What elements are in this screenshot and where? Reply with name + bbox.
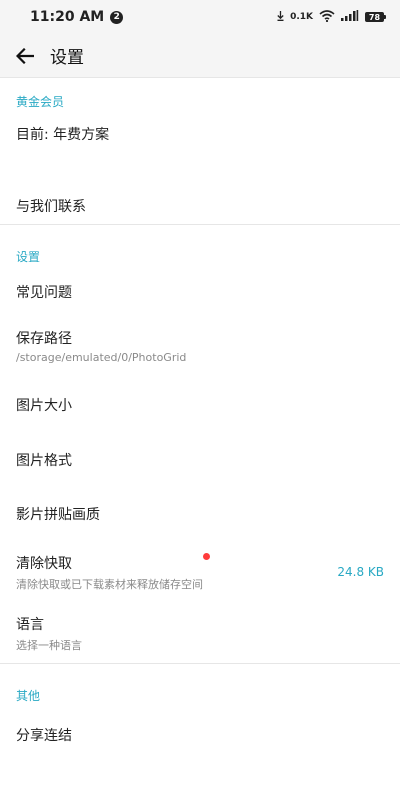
faq-label: 常见问题 [16, 285, 72, 301]
current-plan-label: 目前: 年费方案 [16, 127, 110, 143]
faq-row[interactable]: 常见问题 [0, 269, 400, 315]
back-arrow-icon [16, 47, 34, 64]
share-link-row[interactable]: 分享连结 [0, 718, 400, 752]
contact-us-row[interactable]: 与我们联系 [0, 158, 400, 224]
image-format-row[interactable]: 图片格式 [0, 433, 400, 487]
section-header-other: 其他 [16, 688, 41, 703]
video-quality-label: 影片拼贴画质 [16, 507, 100, 523]
section-header-settings: 设置 [16, 249, 41, 264]
net-speed: 0.1K [290, 12, 313, 22]
save-path-text: 保存路径 /storage/emulated/0/PhotoGrid [16, 328, 186, 364]
vip-section: 黄金会员 目前: 年费方案 与我们联系 [0, 78, 400, 225]
status-left: 11:20 AM 2 [30, 9, 124, 25]
image-size-label: 图片大小 [16, 398, 72, 414]
section-header-vip: 黄金会员 [16, 94, 65, 109]
clear-cache-label: 清除快取 [16, 552, 210, 573]
signal-icon [341, 10, 359, 24]
image-size-row[interactable]: 图片大小 [0, 377, 400, 433]
battery-icon: 78 [365, 12, 386, 22]
clear-cache-row[interactable]: 清除快取 清除快取或已下载素材来释放储存空间 24.8 KB [0, 541, 400, 603]
settings-section: 设置 常见问题 保存路径 /storage/emulated/0/PhotoGr… [0, 225, 400, 664]
clear-cache-description: 清除快取或已下载素材来释放储存空间 [16, 577, 203, 591]
other-section: 其他 分享连结 [0, 664, 400, 752]
image-format-label: 图片格式 [16, 453, 72, 469]
language-row[interactable]: 语言 选择一种语言 [0, 603, 400, 663]
page-title: 设置 [50, 48, 84, 68]
save-path-label: 保存路径 [16, 331, 72, 347]
app-bar: 设置 [0, 34, 400, 78]
new-indicator-dot [203, 552, 210, 560]
download-arrow-icon [277, 10, 284, 24]
status-bar: 11:20 AM 2 0.1K 78 [0, 0, 400, 34]
language-text: 语言 选择一种语言 [16, 614, 82, 653]
clear-cache-title: 清除快取 [16, 555, 72, 572]
cache-size-value: 24.8 KB [337, 565, 384, 579]
notification-badge: 2 [110, 10, 124, 24]
save-path-value: /storage/emulated/0/PhotoGrid [16, 351, 187, 364]
settings-list: 黄金会员 目前: 年费方案 与我们联系 设置 常见问题 保存路径 /storag… [0, 78, 400, 752]
share-link-label: 分享连结 [16, 728, 72, 744]
video-quality-row[interactable]: 影片拼贴画质 [0, 487, 400, 541]
clear-cache-text: 清除快取 清除快取或已下载素材来释放储存空间 [16, 552, 210, 592]
current-plan-row[interactable]: 目前: 年费方案 [0, 124, 400, 158]
status-right: 0.1K 78 [277, 9, 386, 25]
language-description: 选择一种语言 [16, 638, 82, 652]
settings-screen: 11:20 AM 2 0.1K 78 设置 黄金会员 目前: 年费方案 与我们联… [0, 0, 400, 800]
status-time: 11:20 AM [30, 9, 105, 25]
save-path-row[interactable]: 保存路径 /storage/emulated/0/PhotoGrid [0, 315, 400, 377]
language-label: 语言 [16, 616, 44, 633]
back-button[interactable] [14, 45, 36, 67]
contact-us-label: 与我们联系 [16, 199, 86, 215]
wifi-icon [319, 9, 335, 25]
